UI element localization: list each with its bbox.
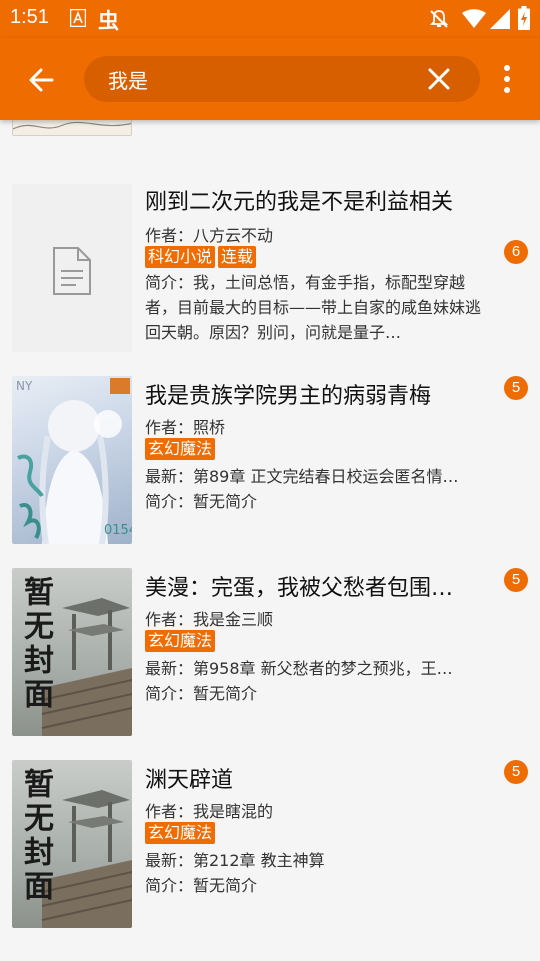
book-author: 作者：八方云不动 <box>145 226 274 245</box>
status-bar: 1:51 虫 <box>0 0 540 38</box>
close-icon <box>428 68 450 90</box>
back-arrow-icon <box>29 68 54 92</box>
clear-search-button[interactable] <box>420 60 458 98</box>
more-vert-icon <box>504 65 510 93</box>
book-latest-chapter: 最新：第212章 教主神算 <box>145 851 325 870</box>
book-item-partial[interactable]: 戒律 <box>0 120 540 160</box>
book-tags: 科幻小说 连载 <box>145 246 259 270</box>
cover-text: 暂无封面 <box>18 576 53 712</box>
book-title: 渊天辟道 <box>145 768 234 793</box>
book-item[interactable]: NY 0154 我是贵族学院男主的病弱青梅 作者：照桥 玄幻魔法 最新：第89章… <box>0 368 540 560</box>
unread-count-badge: 5 <box>504 568 528 592</box>
unread-count-badge: 5 <box>504 376 528 400</box>
book-tag: 科幻小说 <box>145 246 216 268</box>
search-input[interactable] <box>108 56 408 102</box>
book-cover: 戒律 <box>12 120 132 136</box>
book-tag: 玄幻魔法 <box>145 822 216 844</box>
search-result-list[interactable]: 戒律 刚到二次元的我是不是利益相关 作者：八方云不动 科幻小说连载 简介：我，土… <box>0 120 540 961</box>
book-tag: 玄幻魔法 <box>145 438 216 460</box>
book-author: 作者：我是金三顺 <box>145 610 274 629</box>
book-tags: 玄幻魔法 <box>145 630 218 654</box>
battery-icon <box>518 6 530 34</box>
book-item[interactable]: 暂无封面 渊天辟道 作者：我是瞎混的 玄幻魔法 最新：第212章 教主神算 简介… <box>0 752 540 944</box>
book-item[interactable]: 暂无封面 美漫：完蛋，我被父愁者包围… 作者：我是金三顺 玄幻魔法 最新：第95… <box>0 560 540 752</box>
book-intro: 简介：暂无简介 <box>145 492 258 511</box>
book-title: 我是贵族学院男主的病弱青梅 <box>145 384 432 409</box>
cover-text: 暂无封面 <box>18 768 53 904</box>
book-author: 作者：照桥 <box>145 418 226 437</box>
unread-count-badge: 6 <box>504 240 528 264</box>
wifi-icon <box>462 9 486 33</box>
book-latest-chapter: 最新：第958章 新父愁者的梦之预兆，王… <box>145 659 453 678</box>
book-cover: 暂无封面 <box>12 568 132 736</box>
back-button[interactable] <box>20 58 64 102</box>
unread-count-badge: 5 <box>504 760 528 784</box>
svg-text:NY: NY <box>16 379 33 393</box>
book-title: 美漫：完蛋，我被父愁者包围… <box>145 576 454 601</box>
book-cover: 暂无封面 <box>12 760 132 928</box>
app-bug-icon: 虫 <box>98 9 119 33</box>
mute-icon <box>428 8 450 34</box>
book-item[interactable]: 刚到二次元的我是不是利益相关 作者：八方云不动 科幻小说 连载 简介：我，土间总悟… <box>0 176 540 368</box>
book-tag: 玄幻魔法 <box>145 630 216 652</box>
status-time: 1:51 <box>10 6 49 28</box>
book-tags: 玄幻魔法 <box>145 822 218 846</box>
more-options-button[interactable] <box>492 56 522 102</box>
signal-icon <box>490 9 510 33</box>
book-intro: 简介：暂无简介 <box>145 876 258 895</box>
search-box[interactable] <box>84 56 480 102</box>
svg-text:0154: 0154 <box>104 523 132 538</box>
app-a-icon <box>69 8 87 28</box>
book-tags: 玄幻魔法 <box>145 438 218 462</box>
book-intro: 简介：暂无简介 <box>145 684 258 703</box>
book-latest-chapter: 最新：第89章 正文完结春日校运会匿名情… <box>145 467 459 486</box>
book-intro: 简介：我，土间总悟，有金手指，标配型穿越者，目前最大的目标——带上自家的咸鱼妹妹… <box>145 273 482 342</box>
book-cover <box>12 184 132 352</box>
book-author: 作者：我是瞎混的 <box>145 802 274 821</box>
search-toolbar <box>0 38 540 120</box>
book-tag: 连载 <box>218 246 257 268</box>
book-title: 刚到二次元的我是不是利益相关 <box>145 190 454 215</box>
file-placeholder-icon <box>53 247 91 295</box>
book-cover: NY 0154 <box>12 376 132 544</box>
